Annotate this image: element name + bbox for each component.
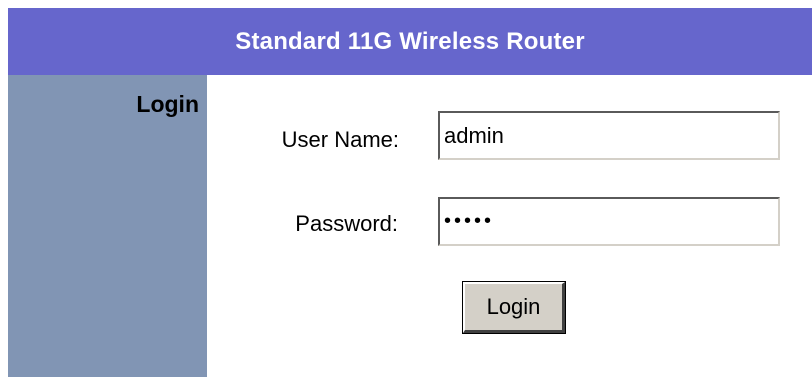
router-login-page: Standard 11G Wireless Router Login User … xyxy=(0,0,812,377)
password-input[interactable] xyxy=(438,197,780,246)
sidebar-title: Login xyxy=(136,91,199,117)
header-bar: Standard 11G Wireless Router xyxy=(8,8,812,75)
username-label: User Name: xyxy=(281,127,399,152)
username-input[interactable] xyxy=(438,111,780,160)
password-label: Password: xyxy=(295,211,398,236)
page-title: Standard 11G Wireless Router xyxy=(235,27,585,55)
login-button[interactable]: Login xyxy=(462,281,566,334)
sidebar: Login xyxy=(8,75,207,377)
login-form: User Name: Password: Login xyxy=(207,75,812,377)
